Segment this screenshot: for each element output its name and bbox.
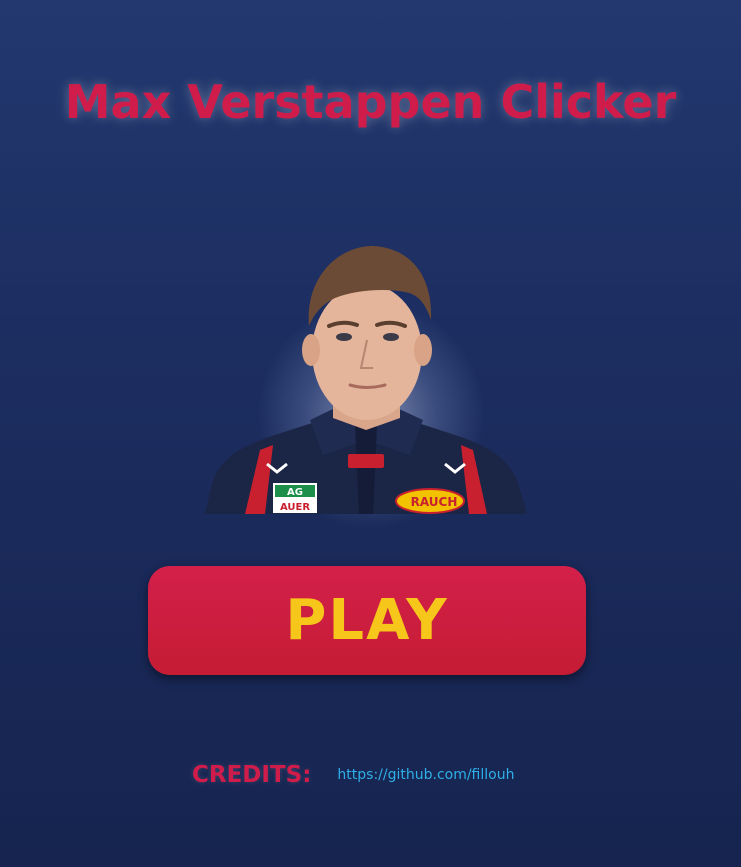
page-title: Max Verstappen Clicker bbox=[64, 75, 677, 129]
credits-label: CREDITS: bbox=[192, 762, 312, 788]
play-button-label: PLAY bbox=[285, 588, 449, 653]
sponsor-badge-text-bottom: AUER bbox=[280, 502, 310, 513]
sponsor-badge-text-top: AG bbox=[287, 487, 303, 498]
sponsor-rauch-text: RAUCH bbox=[411, 495, 458, 509]
driver-portrait-image[interactable]: AG AUER RAUCH bbox=[205, 240, 527, 514]
play-button[interactable]: PLAY bbox=[148, 566, 586, 675]
credits-row: CREDITS: https://github.com/fillouh bbox=[192, 762, 514, 788]
credits-link[interactable]: https://github.com/fillouh bbox=[337, 767, 514, 783]
